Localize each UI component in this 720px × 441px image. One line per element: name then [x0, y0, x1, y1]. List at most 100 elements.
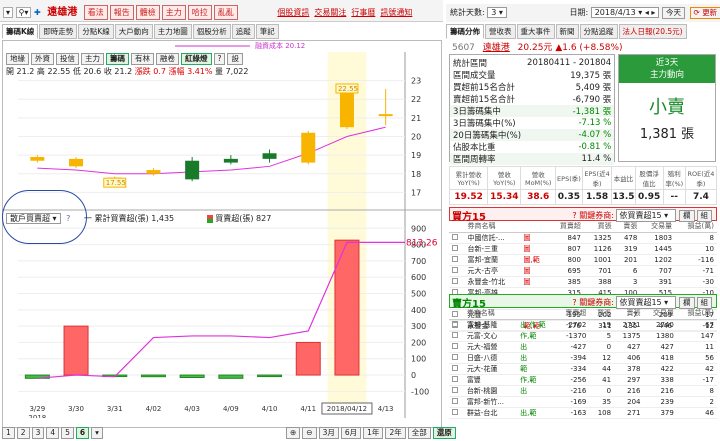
page-dropdown-icon[interactable]: ▾ [91, 427, 103, 439]
chart-tab[interactable]: 主力地圖 [153, 24, 192, 39]
column-header[interactable]: 賣張 [614, 308, 644, 320]
broker-name[interactable]: 日盛-八德 [463, 352, 518, 364]
column-header[interactable] [520, 221, 550, 233]
period-button[interactable]: 6月 [340, 427, 362, 439]
row-checkbox[interactable] [452, 386, 458, 393]
toolbar-link[interactable]: 交易關注 [314, 8, 346, 17]
broker-name[interactable]: 台新-桃園 [463, 385, 518, 397]
column-header[interactable]: 買賣超 [549, 221, 584, 233]
right-tab[interactable]: 重大事件 [516, 24, 555, 39]
row-checkbox[interactable] [452, 244, 458, 251]
right-tab[interactable]: 分點追蹤 [579, 24, 618, 39]
column-header[interactable]: 券商名稱 [464, 221, 521, 233]
right-tab[interactable]: 法人日報(20.5元) [618, 24, 687, 39]
zoom-out-icon[interactable]: ⊖ [302, 427, 317, 439]
table-row[interactable]: 台新-三重圖 807 1126 319 1445 10 [449, 243, 717, 255]
column-header[interactable] [517, 308, 557, 320]
column-header[interactable]: 損益(萬) [676, 308, 717, 320]
table-row[interactable]: 富豐 作,範 -256 41 297 338 -17 [449, 374, 717, 386]
right-tab[interactable]: 籌碼分佈 [446, 24, 484, 39]
row-checkbox[interactable] [452, 233, 458, 240]
chart-tab[interactable]: 追蹤 [231, 24, 255, 39]
broker-name[interactable]: 台新-三重 [464, 243, 521, 255]
table-row[interactable]: 富邦-基隆 出,作,範 -2702 19 2721 2740 67 [449, 319, 717, 331]
chart-tab[interactable]: 即時走勢 [39, 24, 78, 39]
table-row[interactable]: 富邦-新竹... -169 35 204 239 2 [449, 396, 717, 408]
row-checkbox[interactable] [452, 342, 458, 349]
right-tab[interactable]: 營收表 [485, 24, 516, 39]
table-row[interactable]: 元大-花蓮範 -334 44 378 422 42 [449, 363, 717, 375]
row-checkbox[interactable] [452, 364, 458, 371]
stock-name-right[interactable]: 遠雄港 [483, 43, 510, 53]
right-tab[interactable]: 新聞 [555, 24, 579, 39]
row-checkbox[interactable] [452, 397, 458, 404]
column-header[interactable]: 買張 [589, 308, 615, 320]
search-icon[interactable]: ⚲▾ [15, 7, 32, 18]
menu-dropdown[interactable]: ▾ [3, 7, 14, 18]
column-header[interactable]: 買張 [583, 221, 615, 233]
stock-name[interactable]: 遠雄港 [47, 7, 77, 18]
column-header[interactable]: 賣張 [614, 221, 641, 233]
chart-tab[interactable]: 筆記 [255, 24, 279, 39]
toolbar-button[interactable]: 哈拉 [187, 5, 212, 20]
toolbar-link[interactable]: 訊號通知 [380, 8, 412, 17]
toolbar-link[interactable]: 個股資訊 [277, 8, 309, 17]
chart-tab[interactable]: 籌碼K線 [2, 24, 39, 39]
table-row[interactable]: 群益-台北 出,範 -163 108 271 379 46 [449, 407, 717, 419]
period-button[interactable]: 全部 [407, 427, 431, 439]
period-button[interactable]: 3月 [318, 427, 339, 439]
add-icon[interactable]: ✚ [34, 8, 41, 17]
table-row[interactable]: 日盛-八德出 -394 12 406 418 56 [449, 352, 717, 364]
broker-name[interactable]: 元大-古亭 [464, 265, 521, 277]
broker-name[interactable]: 元大-福營 [463, 341, 518, 353]
row-checkbox[interactable] [452, 266, 458, 273]
toolbar-button[interactable]: 主力 [161, 5, 186, 20]
zoom-in-icon[interactable]: ⊕ [286, 427, 301, 439]
date-input[interactable]: 2018/4/13 ▾ ◂ ▸ [590, 7, 660, 18]
table-row[interactable]: 永豐金-竹北圖 385 388 3 391 -30 [449, 276, 717, 288]
row-checkbox[interactable] [452, 255, 458, 262]
table-row[interactable]: 中國信託-... 圖 847 1325 478 1803 8 [449, 232, 717, 244]
broker-name[interactable]: 元富-文心 [463, 330, 518, 342]
table-row[interactable]: 富邦-宜蘭 圖,範 800 1001 201 1202 -116 [449, 254, 717, 266]
page-button[interactable]: 1 [2, 427, 15, 439]
page-button[interactable]: 3 [31, 427, 45, 439]
sell-filter-help[interactable]: ? [572, 298, 576, 307]
chart-tab[interactable]: 大戶動向 [114, 24, 153, 39]
period-button[interactable]: 還原 [432, 427, 456, 439]
days-select[interactable]: 3 ▾ [487, 7, 507, 18]
column-header[interactable]: 交易量 [643, 308, 677, 320]
broker-name[interactable]: 中國信託-... [464, 232, 521, 244]
broker-name[interactable]: 永豐金-竹北 [464, 276, 521, 288]
toolbar-button[interactable]: 看法 [83, 5, 108, 20]
page-button[interactable]: 4 [46, 427, 60, 439]
period-button[interactable]: 1年 [363, 427, 384, 439]
page-button[interactable]: 6 [75, 427, 90, 439]
page-button[interactable]: 2 [16, 427, 30, 439]
broker-name[interactable]: 富邦-宜蘭 [464, 254, 521, 266]
row-checkbox[interactable] [452, 277, 458, 284]
column-header[interactable]: 券商名稱 [463, 308, 518, 320]
table-row[interactable]: 元富-文心 作,範 -1370 5 1375 1380 147 [449, 330, 717, 342]
column-header[interactable]: 賣賣超 [556, 308, 590, 320]
today-button[interactable]: 今天 [661, 7, 685, 19]
column-header[interactable]: 損益(萬) [675, 221, 717, 233]
table-row[interactable]: 台新-桃園出 -216 0 216 216 8 [449, 385, 717, 397]
toolbar-button[interactable]: 報告 [109, 5, 134, 20]
broker-name[interactable]: 富邦-新竹... [463, 396, 518, 408]
toolbar-button[interactable]: 亂亂 [213, 5, 238, 20]
table-row[interactable]: 元大-福營出 -427 0 427 427 11 [449, 341, 717, 353]
column-header[interactable]: 交易量 [640, 221, 676, 233]
broker-name[interactable]: 群益-台北 [463, 407, 518, 419]
row-checkbox[interactable] [452, 331, 458, 338]
table-row[interactable]: 元大-古亭圖 695 701 6 707 -71 [449, 265, 717, 277]
broker-name[interactable]: 富邦-基隆 [463, 319, 518, 331]
toolbar-button[interactable]: 體檢 [135, 5, 160, 20]
broker-name[interactable]: 元大-花蓮 [463, 363, 518, 375]
row-checkbox[interactable] [452, 353, 458, 360]
chart-tab[interactable]: 分點K線 [78, 24, 114, 39]
toolbar-link[interactable]: 行事曆 [351, 8, 375, 17]
row-checkbox[interactable] [452, 320, 458, 327]
row-checkbox[interactable] [452, 375, 458, 382]
period-button[interactable]: 2年 [385, 427, 406, 439]
